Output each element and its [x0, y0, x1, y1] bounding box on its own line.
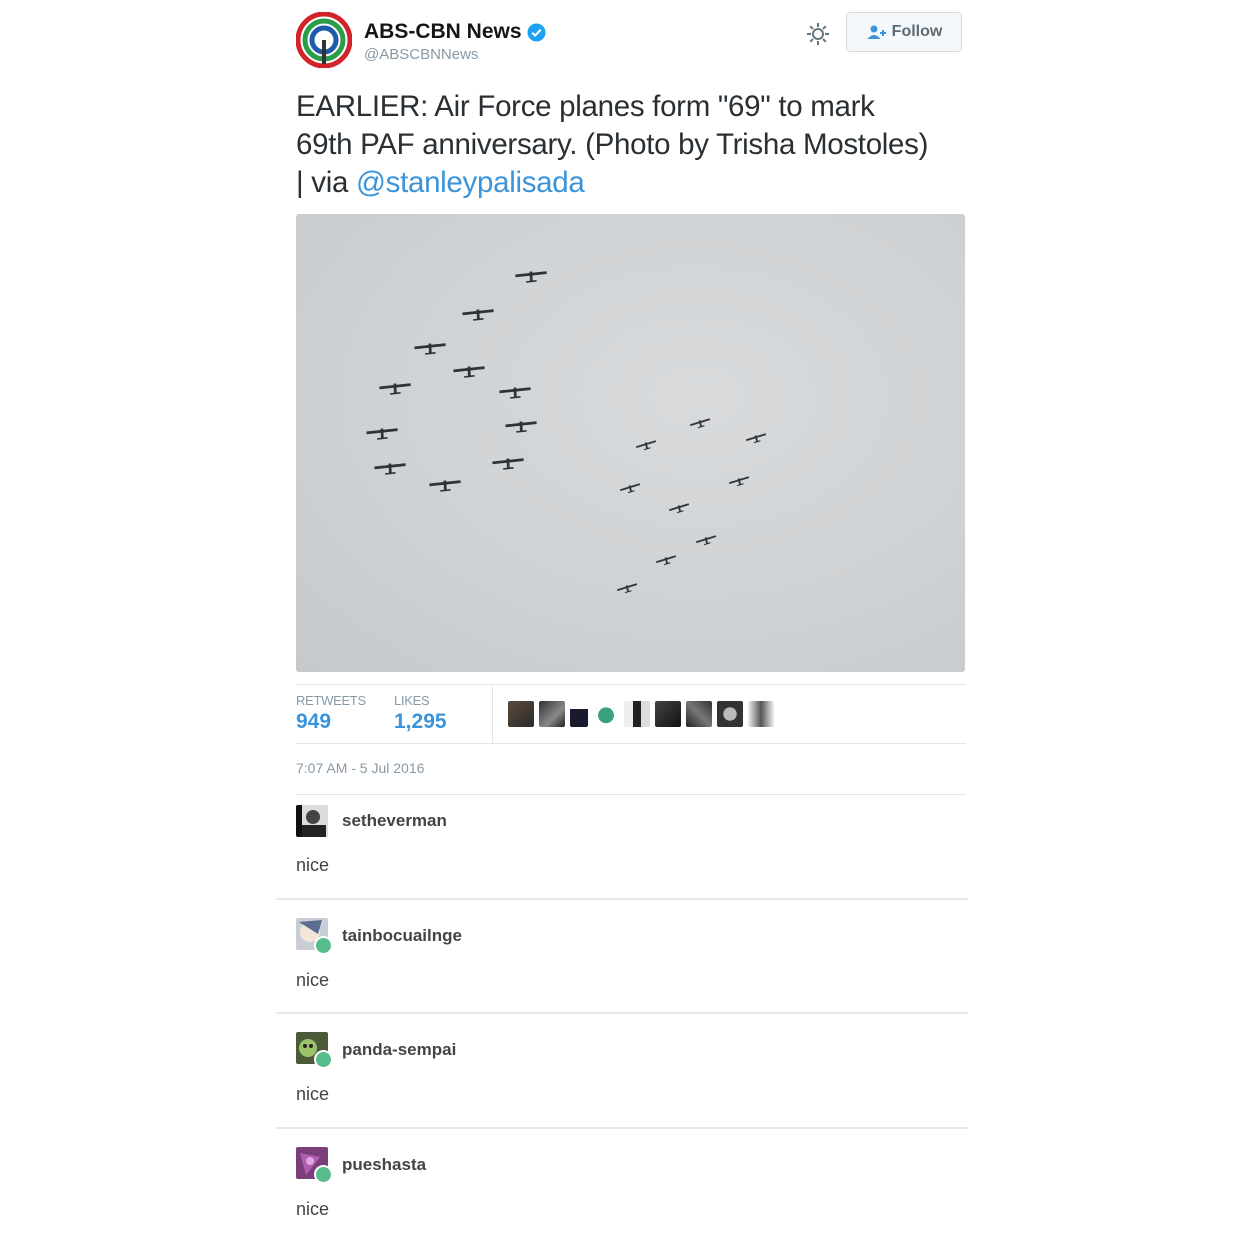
follow-label: Follow	[891, 23, 943, 40]
likes-count: 1,295	[394, 710, 447, 733]
follow-badge-icon	[314, 936, 333, 955]
plane-icon	[656, 555, 677, 566]
tweet-photo[interactable]	[296, 214, 965, 672]
plane-icon	[374, 463, 406, 475]
plane-icon	[690, 418, 711, 429]
note-item: panda-sempai nice	[276, 1012, 968, 1127]
planes-formation-photo	[366, 271, 767, 594]
plane-icon	[453, 366, 485, 378]
plane-icon	[505, 421, 537, 433]
liker-avatar[interactable]	[539, 701, 565, 727]
verified-badge-icon	[527, 22, 546, 42]
plane-icon	[636, 440, 657, 451]
liker-avatar[interactable]	[748, 701, 774, 727]
via-text: | via	[296, 166, 356, 199]
tweet-text-line-2: 69th PAF anniversary. (Photo by Trisha M…	[296, 128, 929, 161]
note-username[interactable]: panda-sempai	[342, 1040, 456, 1060]
note-divider	[276, 898, 968, 900]
add-user-icon	[867, 25, 886, 39]
retweets-count: 949	[296, 710, 332, 733]
note-divider	[276, 1012, 968, 1014]
liker-avatar[interactable]	[686, 701, 712, 727]
liker-avatar[interactable]	[717, 701, 743, 727]
plane-icon	[492, 458, 524, 470]
tweet-text-line-3: | via @stanleypalisada	[296, 164, 966, 202]
abs-cbn-logo-icon[interactable]	[296, 12, 352, 68]
tweet-text-line-1: EARLIER: Air Force planes form "69" to m…	[296, 90, 875, 123]
tweet-card: ABS-CBN News @ABSCBNNews Follow EARLIER:…	[296, 10, 966, 795]
author-handle[interactable]: @ABSCBNNews	[364, 46, 478, 63]
note-text: nice	[296, 970, 330, 990]
note-username[interactable]: setheverman	[342, 811, 447, 831]
plane-icon	[462, 309, 494, 321]
note-divider	[276, 1127, 968, 1129]
author-name[interactable]: ABS-CBN News	[364, 20, 522, 44]
plane-icon	[515, 271, 547, 283]
plane-icon	[696, 535, 717, 546]
likes-stat[interactable]: LIKES 1,295	[394, 693, 447, 734]
follow-button[interactable]: Follow	[846, 12, 962, 52]
note-username[interactable]: tainbocuailnge	[342, 926, 462, 946]
liker-avatar[interactable]	[570, 701, 588, 727]
plane-icon	[669, 503, 690, 514]
note-item: tainbocuailnge nice	[276, 898, 968, 1013]
liker-avatar[interactable]	[593, 701, 619, 727]
plane-icon	[429, 480, 461, 492]
tweet-stats: RETWEETS 949 LIKES 1,295	[296, 684, 966, 744]
author-name-row[interactable]: ABS-CBN News	[364, 20, 546, 44]
plane-icon	[746, 433, 767, 444]
note-item: pueshasta nice	[276, 1127, 968, 1242]
tweet-header: ABS-CBN News @ABSCBNNews Follow	[296, 10, 966, 82]
user-photo-avatar[interactable]	[296, 805, 328, 837]
plane-icon	[499, 387, 531, 399]
follow-badge-icon	[314, 1050, 333, 1069]
tweet-timestamp[interactable]: 7:07 AM - 5 Jul 2016	[296, 760, 424, 776]
liker-avatar[interactable]	[624, 701, 650, 727]
note-item: setheverman nice	[276, 785, 968, 900]
plane-icon	[620, 483, 641, 494]
liker-avatars	[508, 701, 779, 727]
note-username[interactable]: pueshasta	[342, 1155, 426, 1175]
likes-label: LIKES	[394, 693, 430, 708]
tweet-text: EARLIER: Air Force planes form "69" to m…	[296, 88, 966, 202]
plane-icon	[379, 383, 411, 395]
note-text: nice	[296, 855, 330, 875]
liker-avatar[interactable]	[655, 701, 681, 727]
note-text: nice	[296, 1199, 330, 1219]
plane-icon	[729, 476, 750, 487]
note-text: nice	[296, 1084, 330, 1104]
mention-link[interactable]: @stanleypalisada	[356, 166, 585, 199]
plane-icon	[617, 583, 638, 594]
follow-badge-icon	[314, 1165, 333, 1184]
stats-divider	[492, 685, 493, 743]
plane-icon	[414, 343, 446, 355]
retweets-stat[interactable]: RETWEETS 949	[296, 693, 366, 734]
plane-icon	[366, 428, 398, 440]
retweets-label: RETWEETS	[296, 693, 366, 708]
gear-icon[interactable]	[804, 20, 832, 48]
liker-avatar[interactable]	[508, 701, 534, 727]
